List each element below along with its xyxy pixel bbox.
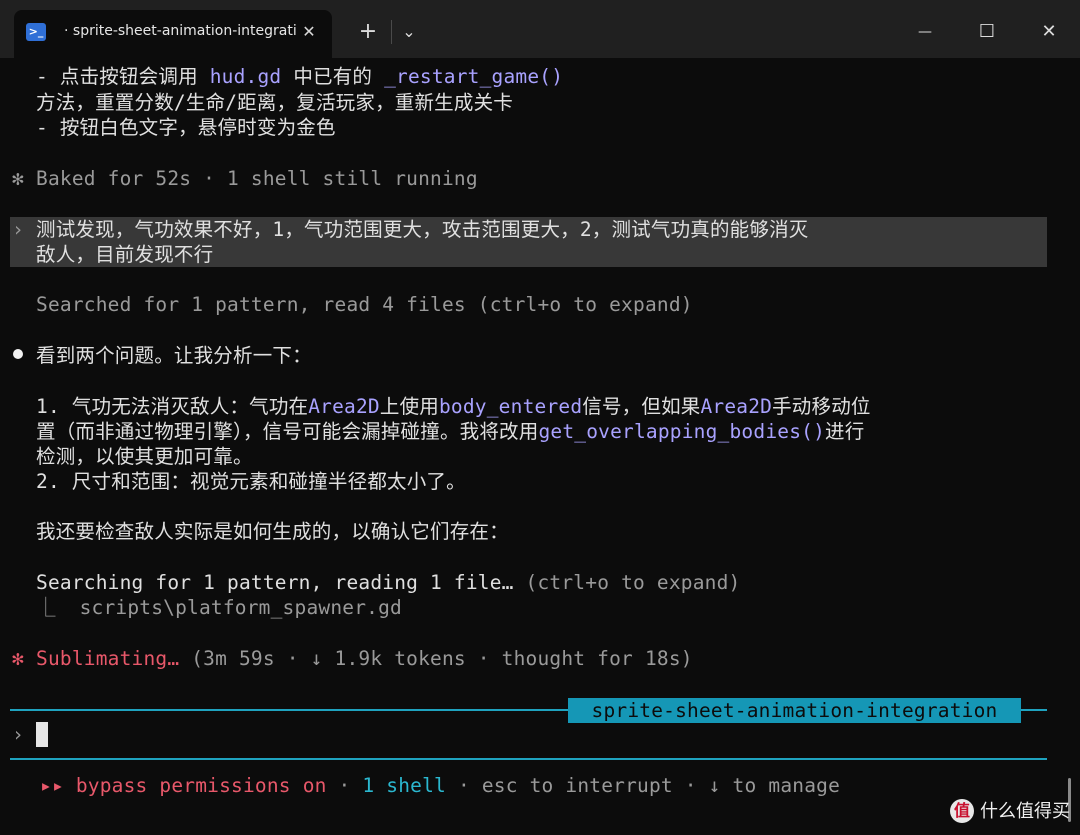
shell-count[interactable]: 1 shell xyxy=(362,774,446,797)
tab-title: · sprite-sheet-animation-integration xyxy=(64,23,296,39)
bypass-arrows-icon: ▸▸ xyxy=(40,774,64,797)
prompt-chevron-icon: › xyxy=(12,218,24,241)
baked-status: Baked for 52s · 1 shell still running xyxy=(36,167,478,190)
output-text: - 点击按钮会调用 xyxy=(36,65,210,88)
code-token: hud.gd xyxy=(209,65,282,88)
input-prompt-icon: › xyxy=(12,723,24,746)
output-text: 手动移动位 xyxy=(772,395,871,418)
status-detail: (3m 59s · ↓ 1.9k tokens · thought for 18… xyxy=(179,647,693,670)
reply-line: 检测，以使其更加可靠。 xyxy=(36,445,253,468)
code-token: body_entered xyxy=(438,395,583,418)
searched-summary: Searched for 1 pattern, read 4 files (ct… xyxy=(36,293,693,316)
output-text: 进行 xyxy=(825,420,865,443)
tab-dropdown-icon[interactable]: ⌄ xyxy=(397,18,421,46)
code-token: _restart_game() xyxy=(384,65,564,88)
sublimating-status: Sublimating… (3m 59s · ↓ 1.9k tokens · t… xyxy=(36,646,693,672)
reply-intro: 看到两个问题。让我分析一下： xyxy=(36,344,312,367)
code-token: Area2D xyxy=(308,395,380,418)
reply-line: 置（而非通过物理引擎），信号可能会漏掉碰撞。我将改用get_overlappin… xyxy=(36,419,864,445)
status-label: Sublimating… xyxy=(36,647,180,670)
expand-hint: (ctrl+o to expand) xyxy=(513,571,741,594)
watermark-logo-icon: 值 xyxy=(950,799,974,823)
output-text: 中已有的 xyxy=(281,65,385,88)
text-cursor[interactable] xyxy=(36,722,48,747)
output-line: - 按钮白色文字，悬停时变为金色 xyxy=(36,116,336,139)
bullet-icon xyxy=(13,349,23,359)
maximize-button[interactable]: ☐ xyxy=(972,18,1002,46)
tab-active[interactable]: >_ · sprite-sheet-animation-integration … xyxy=(14,10,332,58)
footer-hints: · esc to interrupt · ↓ to manage xyxy=(446,774,841,797)
reply-line: 1. 气功无法消灭敌人：气功在Area2D上使用body_entered信号，但… xyxy=(36,394,871,420)
bypass-label[interactable]: bypass permissions on xyxy=(64,774,327,797)
user-prompt-line: 敌人，目前发现不行 xyxy=(36,243,214,266)
code-token: get_overlapping_bodies() xyxy=(538,420,826,443)
output-line: - 点击按钮会调用 hud.gd 中已有的 _restart_game() xyxy=(36,64,563,90)
watermark-text: 什么值得买 xyxy=(980,801,1070,822)
powershell-icon: >_ xyxy=(26,23,46,41)
window-close-button[interactable]: ✕ xyxy=(1034,18,1064,46)
reply-line: 我还要检查敌人实际是如何生成的，以确认它们存在： xyxy=(36,520,509,543)
user-prompt-line: 测试发现，气功效果不好，1，气功范围更大，攻击范围更大，2，测试气功真的能够消灭 xyxy=(36,218,809,241)
titlebar-divider xyxy=(391,20,392,44)
new-tab-button[interactable]: + xyxy=(355,18,381,46)
searching-text: Searching for 1 pattern, reading 1 file… xyxy=(36,571,514,594)
baked-icon: ✻ xyxy=(12,167,24,190)
output-text: 信号，但如果 xyxy=(582,395,701,418)
input-bottom-rule xyxy=(10,758,1047,760)
output-text: 置（而非通过物理引擎），信号可能会漏掉碰撞。我将改用 xyxy=(36,420,539,443)
code-token: Area2D xyxy=(700,395,773,418)
title-bar: >_ · sprite-sheet-animation-integration … xyxy=(0,0,1080,58)
watermark: 值 什么值得买 xyxy=(950,797,1070,827)
terminal-window: >_ · sprite-sheet-animation-integration … xyxy=(0,0,1080,835)
reply-line: 2. 尺寸和范围：视觉元素和碰撞半径都太小了。 xyxy=(36,470,466,493)
output-text: 1. 气功无法消灭敌人：气功在 xyxy=(36,395,309,418)
minimize-button[interactable]: — xyxy=(910,18,940,46)
output-line: 方法，重置分数/生命/距离，复活玩家，重新生成关卡 xyxy=(36,91,513,114)
sublimating-icon: ✻ xyxy=(12,647,24,670)
tab-close-icon[interactable]: ✕ xyxy=(300,20,318,44)
searching-status: Searching for 1 pattern, reading 1 file…… xyxy=(36,570,740,596)
separator: · xyxy=(326,774,363,797)
searched-file-path: ⎿ scripts\platform_spawner.gd xyxy=(36,596,402,619)
branch-badge: sprite-sheet-animation-integration xyxy=(568,698,1021,723)
output-text: 上使用 xyxy=(379,395,439,418)
terminal-output[interactable]: - 点击按钮会调用 hud.gd 中已有的 _restart_game() 方法… xyxy=(0,58,1080,835)
footer-status: ▸▸ bypass permissions on · 1 shell · esc… xyxy=(40,773,840,799)
